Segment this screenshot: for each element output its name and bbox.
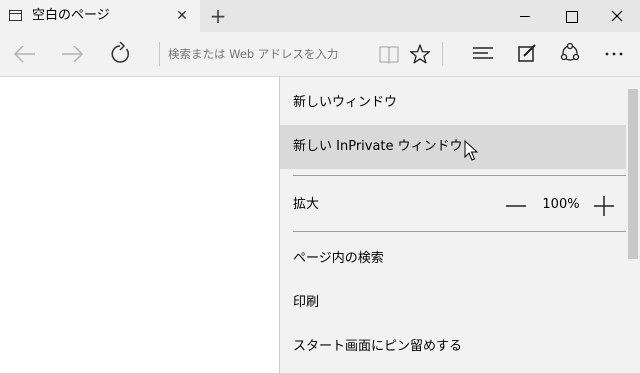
- plus-icon: [594, 196, 614, 216]
- address-input[interactable]: [168, 44, 368, 64]
- toolbar-divider: [442, 42, 443, 66]
- zoom-label: 拡大: [293, 197, 320, 212]
- forward-button[interactable]: [52, 32, 92, 76]
- scrollbar-thumb[interactable]: [628, 89, 638, 259]
- share-icon: [560, 42, 580, 61]
- more-menu: 新しいウィンドウ 新しい InPrivate ウィンドウ 拡大 100% ページ…: [279, 77, 640, 373]
- page-content: [0, 78, 279, 373]
- menu-item-new-inprivate-window[interactable]: 新しい InPrivate ウィンドウ: [280, 125, 626, 169]
- favorite-star-icon: [409, 44, 431, 64]
- zoom-value: 100%: [542, 197, 580, 212]
- mouse-cursor-icon: [464, 140, 478, 161]
- navigation-bar: [0, 32, 640, 77]
- close-window-button[interactable]: [594, 0, 640, 32]
- more-icon: [605, 52, 623, 56]
- arrow-right-icon: [62, 45, 84, 63]
- minimize-button[interactable]: [502, 0, 548, 32]
- menu-item-label: 新しい InPrivate ウィンドウ: [293, 139, 463, 154]
- back-button[interactable]: [4, 32, 44, 76]
- nav-divider: [159, 42, 160, 66]
- menu-item-label: スタート画面にピン留めする: [293, 339, 463, 354]
- menu-item-label: 印刷: [293, 295, 320, 310]
- arrow-left-icon: [13, 45, 35, 63]
- favorite-button[interactable]: [400, 32, 440, 76]
- zoom-in-button[interactable]: [592, 194, 616, 218]
- menu-item-label: ページ内の検索: [293, 251, 384, 266]
- hub-icon: [473, 47, 493, 59]
- zoom-out-button[interactable]: [504, 194, 528, 218]
- more-button[interactable]: [594, 32, 634, 76]
- new-tab-button[interactable]: +: [207, 5, 229, 27]
- tab-title: 空白のページ: [32, 8, 110, 23]
- maximize-button[interactable]: [548, 0, 594, 32]
- menu-divider: [293, 231, 626, 232]
- title-bar: 空白のページ ✕ +: [0, 0, 640, 32]
- menu-item-print[interactable]: 印刷: [280, 281, 626, 325]
- tab-blank-page[interactable]: 空白のページ ✕: [0, 0, 200, 32]
- share-button[interactable]: [550, 32, 590, 76]
- web-note-button[interactable]: [507, 32, 547, 76]
- menu-item-zoom: 拡大 100%: [280, 181, 626, 229]
- menu-item-new-window[interactable]: 新しいウィンドウ: [280, 81, 626, 125]
- web-note-icon: [518, 44, 536, 62]
- tab-close-button[interactable]: ✕: [172, 6, 192, 26]
- hub-button[interactable]: [463, 32, 503, 76]
- menu-scrollbar[interactable]: [626, 77, 640, 373]
- close-icon: [611, 10, 623, 22]
- page-icon: [9, 10, 22, 21]
- refresh-icon: [111, 41, 129, 63]
- menu-item-pin-to-start[interactable]: スタート画面にピン留めする: [280, 325, 626, 369]
- menu-divider: [293, 175, 626, 176]
- menu-item-find-on-page[interactable]: ページ内の検索: [280, 237, 626, 281]
- menu-item-label: 新しいウィンドウ: [293, 95, 398, 110]
- refresh-button[interactable]: [100, 32, 140, 76]
- minus-icon: [506, 205, 526, 207]
